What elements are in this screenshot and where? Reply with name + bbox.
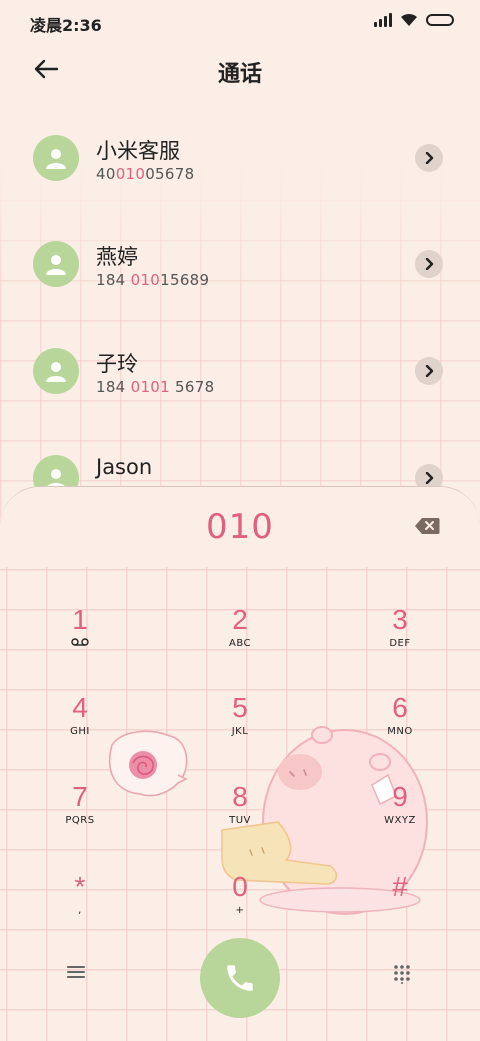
contact-item[interactable]: 子玲 184 0101 5678	[0, 348, 480, 428]
contact-detail-button[interactable]	[415, 144, 443, 172]
chevron-right-icon	[425, 472, 434, 484]
key-7[interactable]: 7 PQRS	[30, 780, 130, 860]
key-2[interactable]: 2 ABC	[190, 603, 290, 683]
header: 通话	[0, 44, 480, 100]
contact-item[interactable]: 小米客服 4001005678	[0, 135, 480, 215]
key-5[interactable]: 5 JKL	[190, 691, 290, 771]
phone-icon	[227, 965, 253, 991]
dialpad-icon	[394, 965, 410, 984]
contact-name: 燕婷	[96, 245, 138, 269]
key-6[interactable]: 6 MNO	[350, 691, 450, 771]
status-bar: 凌晨2:36	[0, 0, 480, 44]
key-1[interactable]: 1	[30, 603, 130, 683]
page-title: 通话	[217, 62, 262, 87]
dialpad-toggle-button[interactable]	[392, 964, 412, 984]
signal-icon	[374, 13, 392, 27]
key-9[interactable]: 9 WXYZ	[350, 780, 450, 860]
contact-item[interactable]: 燕婷 184 01015689	[0, 241, 480, 321]
contact-detail-button[interactable]	[415, 357, 443, 385]
dialed-number: 010	[206, 507, 274, 547]
chevron-right-icon	[425, 258, 434, 270]
key-8[interactable]: 8 TUV	[190, 780, 290, 860]
contact-name: 小米客服	[96, 139, 180, 163]
call-button[interactable]	[200, 938, 280, 1018]
avatar	[33, 348, 79, 394]
person-icon	[46, 255, 66, 275]
avatar	[33, 241, 79, 287]
status-time: 凌晨2:36	[30, 16, 102, 35]
contact-number: 4001005678	[96, 165, 195, 183]
avatar	[33, 135, 79, 181]
contact-number: 184 01015689	[96, 271, 210, 289]
key-4[interactable]: 4 GHI	[30, 691, 130, 771]
status-icons	[374, 13, 454, 27]
voicemail-icon	[30, 638, 130, 649]
dialer-display: 010	[0, 487, 480, 567]
menu-icon	[67, 966, 85, 978]
contact-number: 184 0101 5678	[96, 378, 215, 396]
battery-icon	[426, 14, 454, 26]
key-3[interactable]: 3 DEF	[350, 603, 450, 683]
wifi-icon	[400, 13, 418, 27]
menu-button[interactable]	[66, 964, 90, 984]
dialer-actions	[0, 938, 480, 1018]
contact-name: Jason	[96, 455, 153, 479]
person-icon	[46, 362, 66, 382]
backspace-button[interactable]	[414, 517, 440, 535]
backspace-icon	[415, 518, 440, 534]
chevron-right-icon	[425, 365, 434, 377]
contact-detail-button[interactable]	[415, 250, 443, 278]
person-icon	[46, 149, 66, 169]
contact-name: 子玲	[96, 352, 138, 376]
chevron-right-icon	[425, 152, 434, 164]
